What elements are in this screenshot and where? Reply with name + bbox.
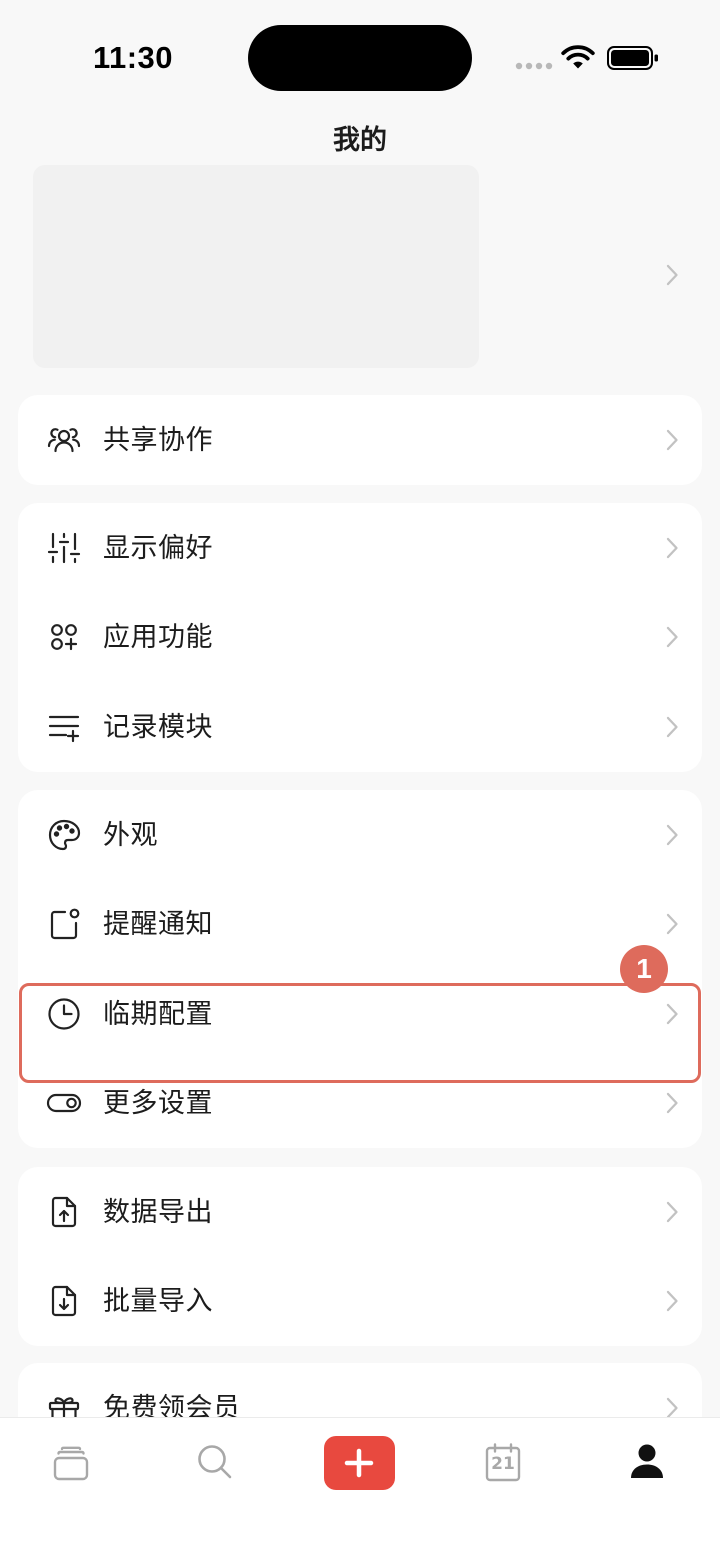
menu-item-display-preferences[interactable]: 显示偏好 — [18, 503, 702, 593]
menu-item-label: 应用功能 — [103, 622, 213, 653]
profile-card[interactable] — [0, 158, 720, 376]
apps-icon — [46, 619, 82, 655]
status-time: 11:30 — [92, 40, 174, 75]
settings-group-general: 外观 提醒通知 临期配置 更多设置 — [18, 790, 702, 1148]
menu-item-label: 共享协作 — [103, 424, 213, 455]
profile-icon — [627, 1441, 667, 1481]
menu-item-reminder-notifications[interactable]: 提醒通知 — [18, 880, 702, 970]
notification-icon — [46, 906, 82, 942]
plus-icon — [341, 1445, 377, 1481]
file-upload-icon — [46, 1194, 82, 1230]
menu-item-data-export[interactable]: 数据导出 — [18, 1167, 702, 1257]
step-badge: 1 — [620, 945, 668, 993]
menu-item-label: 数据导出 — [103, 1196, 213, 1227]
menu-item-app-features[interactable]: 应用功能 — [18, 593, 702, 683]
palette-icon — [46, 817, 82, 853]
calendar-day: 21 — [491, 1454, 515, 1474]
cellular-signal-icon — [514, 60, 554, 72]
settings-group-sharing: 共享协作 — [18, 395, 702, 485]
chevron-right-icon — [665, 1091, 679, 1115]
search-icon — [195, 1442, 235, 1482]
menu-item-record-modules[interactable]: 记录模块 — [18, 682, 702, 772]
profile-placeholder — [33, 165, 479, 368]
menu-item-appearance[interactable]: 外观 — [18, 790, 702, 880]
settings-group-display: 显示偏好 应用功能 记录模块 — [18, 503, 702, 772]
tab-search[interactable] — [195, 1442, 235, 1482]
highlight-frame — [19, 983, 701, 1083]
chevron-right-icon — [665, 823, 679, 847]
settings-screen: 11:30 我的 共享协作 显示偏好 应用功能 记录模块 外观 提醒通知 临期配… — [0, 0, 720, 1566]
chevron-right-icon — [665, 1200, 679, 1224]
page-title: 我的 — [333, 125, 387, 155]
chevron-right-icon — [665, 625, 679, 649]
menu-item-label: 显示偏好 — [103, 532, 213, 563]
menu-item-label: 提醒通知 — [103, 909, 213, 940]
people-icon — [46, 422, 82, 458]
chevron-right-icon — [665, 715, 679, 739]
toggle-icon — [46, 1085, 82, 1121]
chevron-right-icon — [665, 428, 679, 452]
menu-item-label: 外观 — [103, 819, 158, 850]
chevron-right-icon — [665, 912, 679, 936]
menu-item-bulk-import[interactable]: 批量导入 — [18, 1257, 702, 1347]
file-download-icon — [46, 1283, 82, 1319]
battery-icon — [607, 45, 659, 71]
chevron-right-icon — [665, 536, 679, 560]
dynamic-island — [248, 25, 472, 91]
menu-item-shared-collaboration[interactable]: 共享协作 — [18, 395, 702, 485]
wifi-icon — [561, 44, 595, 70]
stack-icon — [51, 1443, 91, 1483]
menu-item-label: 更多设置 — [103, 1088, 213, 1119]
settings-group-data: 数据导出 批量导入 — [18, 1167, 702, 1346]
tab-records[interactable] — [51, 1443, 91, 1483]
list-add-icon — [46, 709, 82, 745]
chevron-right-icon — [665, 263, 679, 287]
sliders-icon — [46, 530, 82, 566]
tab-profile[interactable] — [627, 1441, 667, 1481]
tab-bar: 21 — [0, 1417, 720, 1566]
add-button[interactable] — [324, 1436, 395, 1490]
tab-calendar[interactable]: 21 — [484, 1442, 524, 1482]
chevron-right-icon — [665, 1289, 679, 1313]
menu-item-label: 记录模块 — [103, 711, 213, 742]
menu-item-label: 批量导入 — [103, 1286, 213, 1317]
